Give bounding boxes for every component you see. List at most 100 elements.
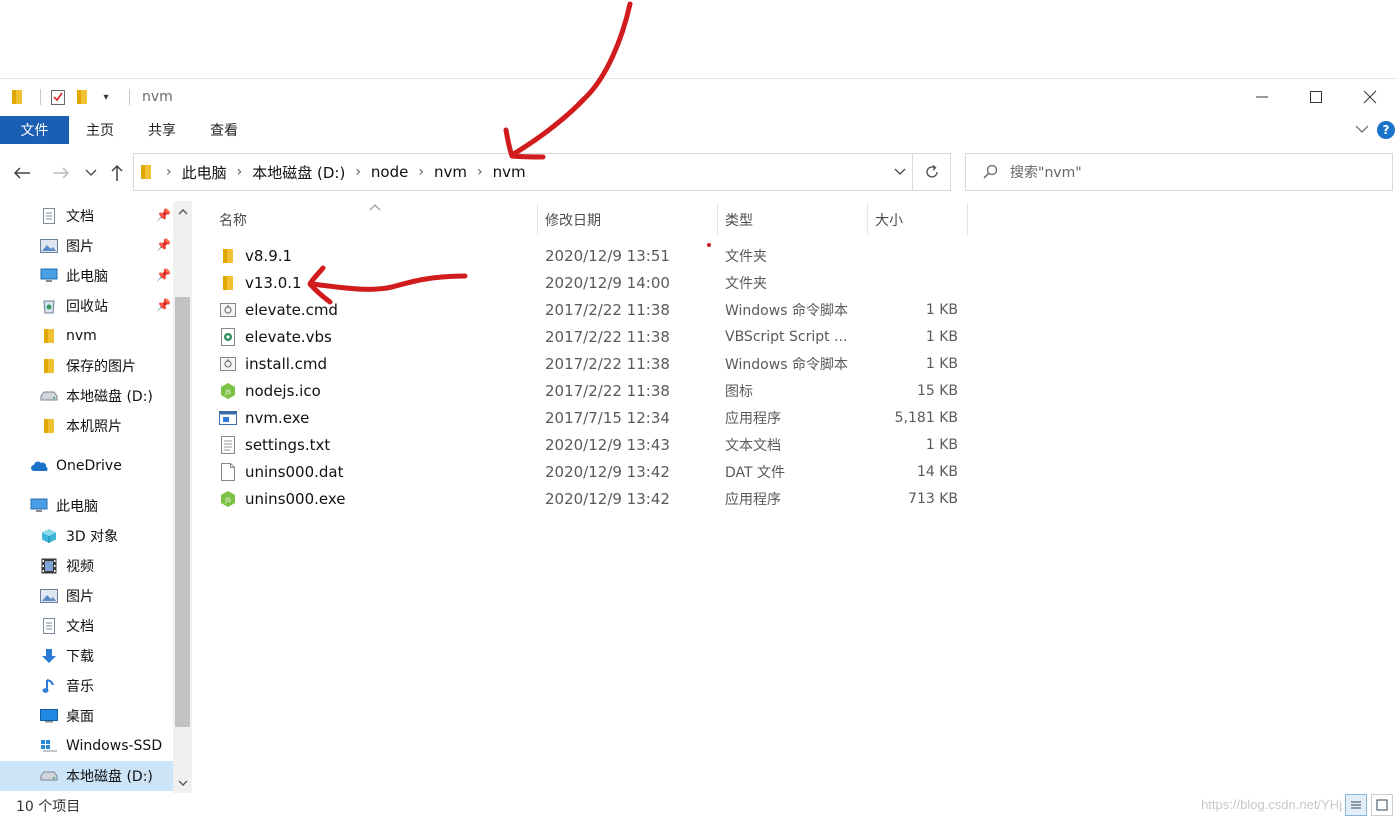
file-name-cell[interactable]: v8.9.1: [219, 242, 292, 269]
up-arrow-icon[interactable]: [106, 151, 128, 195]
search-box[interactable]: 搜索"nvm": [965, 153, 1393, 191]
file-row[interactable]: elevate.vbs 2017/2/22 11:38 VBScript Scrip…: [205, 323, 965, 350]
sidebar-item-local-disk-d[interactable]: 本地磁盘 (D:): [40, 381, 170, 411]
file-name-cell[interactable]: unins000.dat: [219, 458, 344, 485]
breadcrumb-separator-icon[interactable]: ›: [418, 164, 424, 180]
svg-text:JS: JS: [224, 497, 231, 504]
sidebar-item-label: OneDrive: [56, 458, 122, 474]
minimize-button[interactable]: [1235, 79, 1289, 115]
sidebar-item-pictures-library[interactable]: 图片: [40, 581, 170, 611]
folder-icon: [40, 327, 58, 345]
sidebar-scrollbar[interactable]: [173, 201, 192, 793]
pin-icon[interactable]: 📌: [156, 268, 171, 282]
scroll-up-chevron-icon[interactable]: [173, 201, 192, 221]
file-row[interactable]: JS nodejs.ico 2017/2/22 11:38 图标 15 KB: [205, 377, 965, 404]
file-row[interactable]: elevate.cmd 2017/2/22 11:38 Windows 命令脚本 1 …: [205, 296, 965, 323]
pin-icon[interactable]: 📌: [156, 238, 171, 252]
maximize-button[interactable]: [1289, 79, 1343, 115]
file-row[interactable]: nvm.exe 2017/7/15 12:34 应用程序 5,181 KB: [205, 404, 965, 431]
toolbar-separator: [40, 89, 41, 105]
customize-toolbar-icon[interactable]: ▾: [97, 88, 115, 106]
close-button[interactable]: [1343, 79, 1397, 115]
computer-icon: [40, 267, 58, 285]
file-name-cell[interactable]: JS unins000.exe: [219, 485, 346, 512]
sidebar-item-onedrive[interactable]: OneDrive: [30, 451, 170, 481]
address-dropdown-chevron-icon[interactable]: [894, 154, 906, 190]
pin-icon[interactable]: 📌: [156, 298, 171, 312]
tab-file[interactable]: 文件: [0, 116, 69, 144]
sidebar-item-label: 文档: [66, 209, 94, 225]
sidebar-item-pictures[interactable]: 图片: [40, 231, 170, 261]
breadcrumb-nvm[interactable]: nvm: [434, 163, 467, 181]
column-divider[interactable]: [867, 203, 868, 235]
sidebar-item-desktop[interactable]: 桌面: [40, 701, 170, 731]
details-view-icon[interactable]: [1345, 794, 1367, 816]
tab-share[interactable]: 共享: [131, 116, 193, 144]
refresh-button[interactable]: [913, 153, 951, 191]
file-date: 2017/7/15 12:34: [545, 408, 670, 427]
sidebar-item-documents-library[interactable]: 文档: [40, 611, 170, 641]
file-name-cell[interactable]: elevate.vbs: [219, 323, 332, 350]
column-divider[interactable]: [537, 203, 538, 235]
file-name-cell[interactable]: nvm.exe: [219, 404, 309, 431]
sidebar-item-camera-roll[interactable]: 本机照片: [40, 411, 170, 441]
breadcrumb-separator-icon[interactable]: ›: [477, 164, 483, 180]
sidebar-item-downloads[interactable]: 下载: [40, 641, 170, 671]
sidebar-item-local-disk-d-selected[interactable]: 本地磁盘 (D:): [0, 761, 173, 791]
text-file-icon: [219, 435, 237, 454]
breadcrumb-this-pc[interactable]: 此电脑: [182, 162, 227, 183]
tab-view[interactable]: 查看: [193, 116, 255, 144]
tab-home[interactable]: 主页: [69, 116, 131, 144]
search-input[interactable]: 搜索"nvm": [1010, 162, 1082, 182]
breadcrumb-node[interactable]: node: [371, 163, 408, 181]
column-divider[interactable]: [717, 203, 718, 235]
nodejs-icon: JS: [219, 490, 237, 508]
address-bar[interactable]: › 此电脑 › 本地磁盘 (D:) › node › nvm › nvm: [133, 153, 913, 191]
sidebar-item-windows-ssd[interactable]: Windows-SSD: [40, 731, 173, 761]
ribbon-tabs: 文件 主页 共享 查看 ?: [0, 116, 1397, 144]
new-folder-icon[interactable]: [73, 88, 91, 106]
file-date: 2020/12/9 13:42: [545, 489, 670, 508]
help-icon[interactable]: ?: [1377, 121, 1395, 139]
file-type: 文件夹: [725, 275, 767, 292]
scroll-down-chevron-icon[interactable]: [173, 773, 192, 793]
file-name-cell[interactable]: settings.txt: [219, 431, 330, 458]
breadcrumb-separator-icon[interactable]: ›: [237, 164, 243, 180]
file-row[interactable]: unins000.dat 2020/12/9 13:42 DAT 文件 14 KB: [205, 458, 965, 485]
column-header-size[interactable]: 大小: [875, 205, 903, 235]
column-header-date[interactable]: 修改日期: [545, 205, 601, 235]
breadcrumb-nvm-current[interactable]: nvm: [493, 163, 526, 181]
file-row[interactable]: v8.9.1 2020/12/9 13:51 文件夹: [205, 242, 965, 269]
file-row[interactable]: settings.txt 2020/12/9 13:43 文本文档 1 KB: [205, 431, 965, 458]
breadcrumb-local-disk[interactable]: 本地磁盘 (D:): [252, 162, 345, 183]
pin-icon[interactable]: 📌: [156, 208, 171, 222]
sidebar-item-this-pc[interactable]: 此电脑: [40, 261, 170, 291]
recent-locations-chevron-icon[interactable]: [82, 151, 100, 195]
properties-icon[interactable]: [49, 88, 67, 106]
forward-arrow-icon[interactable]: [48, 151, 74, 195]
column-header-type[interactable]: 类型: [725, 205, 753, 235]
large-icons-view-icon[interactable]: [1371, 794, 1393, 816]
file-row[interactable]: install.cmd 2017/2/22 11:38 Windows 命令脚本 1 …: [205, 350, 965, 377]
column-header-name[interactable]: 名称: [219, 205, 247, 235]
sidebar-item-this-pc[interactable]: 此电脑: [30, 491, 170, 521]
file-name-cell[interactable]: v13.0.1: [219, 269, 302, 296]
file-size: 1 KB: [925, 301, 958, 318]
sidebar-item-recycle-bin[interactable]: 回收站: [40, 291, 170, 321]
sidebar-item-documents[interactable]: 文档: [40, 201, 170, 231]
file-name-cell[interactable]: JS nodejs.ico: [219, 377, 321, 404]
sidebar-item-saved-pictures[interactable]: 保存的图片: [40, 351, 170, 381]
scrollbar-thumb[interactable]: [175, 297, 190, 727]
sidebar-item-music[interactable]: 音乐: [40, 671, 170, 701]
file-name-cell[interactable]: elevate.cmd: [219, 296, 338, 323]
sidebar-item-3d-objects[interactable]: 3D 对象: [40, 521, 170, 551]
sidebar-item-videos[interactable]: 视频: [40, 551, 170, 581]
breadcrumb-separator-icon[interactable]: ›: [355, 164, 361, 180]
sidebar-item-nvm[interactable]: nvm: [40, 321, 170, 351]
file-name-cell[interactable]: install.cmd: [219, 350, 327, 377]
expand-ribbon-icon[interactable]: [1355, 122, 1369, 138]
back-arrow-icon[interactable]: [8, 151, 36, 195]
file-row[interactable]: JS unins000.exe 2020/12/9 13:42 应用程序 713 KB: [205, 485, 965, 512]
column-divider[interactable]: [967, 203, 968, 235]
file-row[interactable]: v13.0.1 2020/12/9 14:00 文件夹: [205, 269, 965, 296]
